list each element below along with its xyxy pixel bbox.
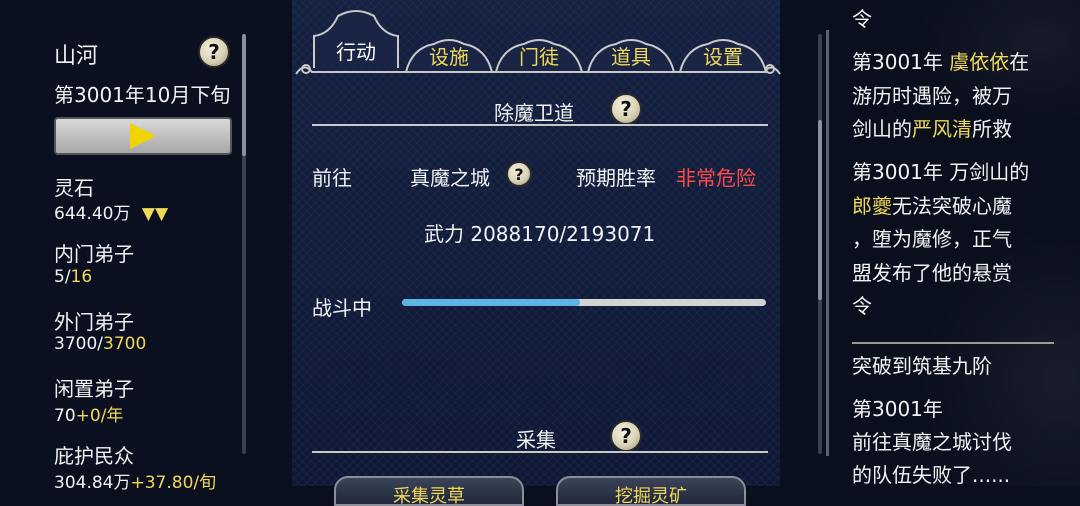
log-rail [826, 30, 829, 456]
mine-ore-label: 挖掘灵矿 [615, 486, 687, 506]
stat-protected-people-label: 庇护民众 [54, 444, 134, 468]
advance-time-button[interactable] [54, 117, 232, 155]
log-separator [852, 342, 1054, 344]
center-scrollbar[interactable] [818, 34, 822, 454]
win-rate-value: 非常危险 [676, 166, 756, 190]
destination-name: 真魔之城 [410, 166, 490, 190]
stat-inner-disciples-value: 5/16 [54, 267, 93, 287]
stat-spirit-stone-value: 644.40万 ▼▼ [54, 204, 169, 224]
sect-status-panel: 山河 ? 第3001年10月下旬 灵石 644.40万 ▼▼ 内门弟子 5/16… [0, 0, 250, 493]
log-line: 令 [852, 294, 872, 318]
log-line: 第3001年 虞依依在 [852, 50, 1030, 74]
battle-status: 战斗中 [312, 296, 372, 320]
power-readout: 武力 2088170/2193071 [424, 222, 656, 246]
log-line: 盟发布了他的悬赏 [852, 261, 1012, 285]
stat-spirit-stone-label: 灵石 [54, 176, 94, 200]
gather-title: 采集 [516, 428, 556, 452]
mission-help-icon[interactable]: ? [610, 93, 642, 125]
log-line: 游历时遇险，被万 [852, 84, 1012, 108]
play-icon [130, 123, 156, 149]
goto-label: 前往 [312, 166, 352, 190]
divider [312, 124, 768, 126]
stat-outer-disciples-label: 外门弟子 [54, 310, 134, 334]
destination-help-icon[interactable]: ? [506, 161, 532, 187]
mission-title: 除魔卫道 [494, 101, 574, 125]
log-line: 郎夔无法突破心魔 [852, 194, 1012, 218]
game-date: 第3001年10月下旬 [54, 83, 231, 107]
gather-herbs-button[interactable]: 采集灵草 [334, 476, 524, 506]
divider [312, 451, 768, 453]
log-line: 剑山的严风清所救 [852, 117, 1012, 141]
sect-name: 山河 [54, 44, 99, 69]
stat-idle-disciples-value: 70+0/年 [54, 406, 124, 426]
battle-progress-bar [402, 299, 766, 306]
left-scrollbar[interactable] [242, 34, 246, 454]
mine-ore-button[interactable]: 挖掘灵矿 [556, 476, 746, 506]
gather-herbs-label: 采集灵草 [393, 486, 465, 506]
log-line: 第3001年 [852, 397, 943, 421]
log-line: 前往真魔之城讨伐 [852, 430, 1012, 454]
log-line: 第3001年 万剑山的 [852, 160, 1030, 184]
tab-disciples[interactable]: 门徒 [494, 36, 584, 74]
gather-help-icon[interactable]: ? [610, 420, 642, 452]
stat-protected-people-value: 304.84万+37.80/旬 [54, 473, 217, 493]
stat-idle-disciples-label: 闲置弟子 [54, 377, 134, 401]
log-line: ，堕为魔修，正气 [852, 227, 1012, 251]
tab-action[interactable]: 行动 [310, 6, 402, 70]
stat-outer-disciples-value: 3700/3700 [54, 334, 147, 354]
stat-inner-disciples-label: 内门弟子 [54, 242, 134, 266]
help-icon[interactable]: ? [198, 36, 230, 68]
log-line: 突破到筑基九阶 [852, 354, 992, 378]
win-rate-label: 预期胜率 [576, 166, 656, 190]
tab-items[interactable]: 道具 [586, 36, 676, 74]
log-line: 令 [852, 7, 872, 31]
battle-progress-fill [402, 299, 581, 306]
tab-facilities[interactable]: 设施 [404, 36, 494, 74]
trend-down-icon: ▼▼ [141, 204, 169, 224]
tab-settings[interactable]: 设置 [678, 36, 768, 74]
